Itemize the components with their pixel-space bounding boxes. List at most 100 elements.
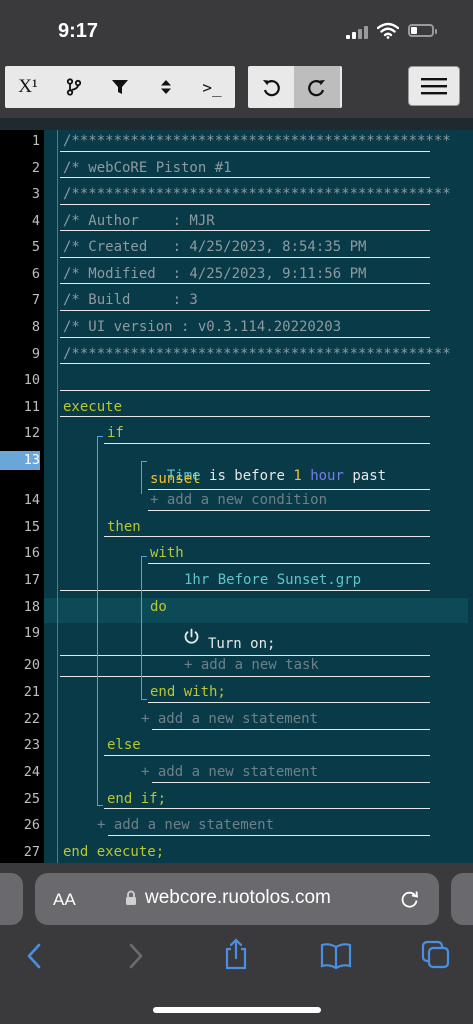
code-comment-title[interactable]: /* webCoRE Piston #1 [63, 160, 232, 176]
editor-toolbar: X¹ >_ [0, 58, 473, 118]
line-number[interactable]: 25 [0, 791, 40, 807]
line-number[interactable]: 11 [0, 399, 40, 415]
tabs-icon[interactable] [421, 940, 451, 970]
if-keyword[interactable]: if [107, 425, 124, 441]
code-comment-stars[interactable]: /***************************************… [63, 186, 451, 202]
line-number[interactable]: 5 [0, 239, 40, 255]
line-number-selected[interactable]: 13 [0, 451, 40, 470]
line-number[interactable]: 10 [0, 372, 40, 388]
line-separator [152, 782, 430, 783]
undo-button[interactable] [248, 66, 294, 108]
line-number[interactable]: 6 [0, 266, 40, 282]
add-task-link[interactable]: + add a new task [184, 657, 319, 673]
line-separator [104, 443, 430, 444]
filter-button[interactable] [97, 66, 143, 108]
line-separator [60, 177, 430, 178]
code-comment-ui-version[interactable]: /* UI version : v0.3.114.20220203 [63, 319, 341, 335]
end-execute-keyword[interactable]: end execute; [63, 844, 164, 860]
hamburger-menu-button[interactable] [408, 66, 460, 106]
with-keyword[interactable]: with [150, 545, 184, 561]
if-block-bracket [97, 436, 98, 805]
do-keyword[interactable]: do [150, 599, 167, 615]
line-number[interactable]: 26 [0, 817, 40, 833]
line-number[interactable]: 23 [0, 737, 40, 753]
hamburger-icon [421, 78, 447, 95]
line-separator [148, 563, 430, 564]
branch-button[interactable] [51, 66, 97, 108]
line-number[interactable]: 16 [0, 545, 40, 561]
line-number[interactable]: 18 [0, 599, 40, 615]
line-number[interactable]: 4 [0, 213, 40, 229]
text-size-button[interactable]: AA [53, 890, 76, 910]
code-comment-modified[interactable]: /* Modified : 4/25/2023, 9:11:56 PM [63, 266, 366, 282]
line-number[interactable]: 21 [0, 684, 40, 700]
add-statement-link[interactable]: + add a new statement [97, 817, 274, 833]
line-number[interactable]: 27 [0, 844, 40, 860]
line-separator [60, 590, 430, 591]
line-separator [148, 510, 430, 511]
line-number[interactable]: 3 [0, 186, 40, 202]
then-keyword[interactable]: then [107, 519, 141, 535]
next-tab-preview[interactable] [451, 873, 473, 925]
line-number[interactable]: 19 [0, 625, 40, 641]
superscript-button[interactable]: X¹ [5, 66, 51, 108]
condition-unit: hour [310, 468, 344, 484]
line-separator [60, 230, 430, 231]
wifi-icon [377, 22, 399, 39]
line-number[interactable]: 1 [0, 133, 40, 149]
share-icon[interactable] [223, 938, 249, 970]
task-statement[interactable]: Turn on; [208, 636, 275, 652]
end-with-keyword[interactable]: end with; [150, 684, 226, 700]
previous-tab-preview[interactable] [0, 873, 23, 925]
condition-target[interactable]: sunset [150, 471, 201, 487]
execute-keyword[interactable]: execute [63, 399, 122, 415]
code-comment-stars[interactable]: /***************************************… [63, 133, 451, 149]
line-number[interactable]: 2 [0, 160, 40, 176]
else-keyword[interactable]: else [107, 737, 141, 753]
line-number[interactable]: 24 [0, 764, 40, 780]
device-name[interactable]: 1hr Before Sunset.grp [184, 572, 361, 588]
line-separator [60, 283, 430, 284]
with-bracket-bottom [141, 699, 147, 700]
line-separator [152, 729, 430, 730]
filter-icon [112, 80, 128, 94]
line-number[interactable]: 8 [0, 319, 40, 335]
bookmarks-icon[interactable] [320, 942, 352, 970]
back-icon[interactable] [25, 942, 43, 970]
line-number[interactable]: 9 [0, 346, 40, 362]
add-condition-link[interactable]: + add a new condition [150, 492, 327, 508]
line-number[interactable]: 20 [0, 657, 40, 673]
toolbar-group-tools: X¹ >_ [5, 66, 235, 108]
line-number[interactable]: 14 [0, 492, 40, 508]
line-number[interactable]: 15 [0, 519, 40, 535]
line-number[interactable]: 12 [0, 425, 40, 441]
address-bar[interactable]: AA webcore.ruotolos.com [35, 873, 439, 925]
sort-button[interactable] [143, 66, 189, 108]
line-separator [60, 257, 430, 258]
line-separator [60, 337, 430, 338]
indent-guide [57, 130, 58, 863]
end-if-keyword[interactable]: end if; [107, 791, 166, 807]
line-number[interactable]: 7 [0, 292, 40, 308]
line-separator [108, 835, 430, 836]
status-time: 9:17 [58, 20, 99, 42]
code-comment-author[interactable]: /* Author : MJR [63, 213, 215, 229]
redo-button[interactable] [294, 66, 340, 108]
reload-icon[interactable] [400, 889, 420, 909]
line-separator [60, 416, 430, 417]
code-comment-stars[interactable]: /***************************************… [63, 346, 451, 362]
line-number[interactable]: 22 [0, 711, 40, 727]
code-comment-build[interactable]: /* Build : 3 [63, 292, 198, 308]
status-bar: 9:17 [0, 0, 473, 58]
line-number[interactable]: 17 [0, 572, 40, 588]
editor-top-strip [0, 118, 473, 130]
battery-icon [408, 24, 437, 37]
if-bracket-top [97, 436, 103, 437]
add-statement-link[interactable]: + add a new statement [141, 711, 318, 727]
code-comment-created[interactable]: /* Created : 4/25/2023, 8:54:35 PM [63, 239, 366, 255]
add-statement-link[interactable]: + add a new statement [141, 764, 318, 780]
url-text[interactable]: webcore.ruotolos.com [145, 887, 331, 909]
signal-icon [346, 25, 370, 39]
with-block-bracket [141, 556, 142, 699]
terminal-button[interactable]: >_ [189, 66, 235, 108]
